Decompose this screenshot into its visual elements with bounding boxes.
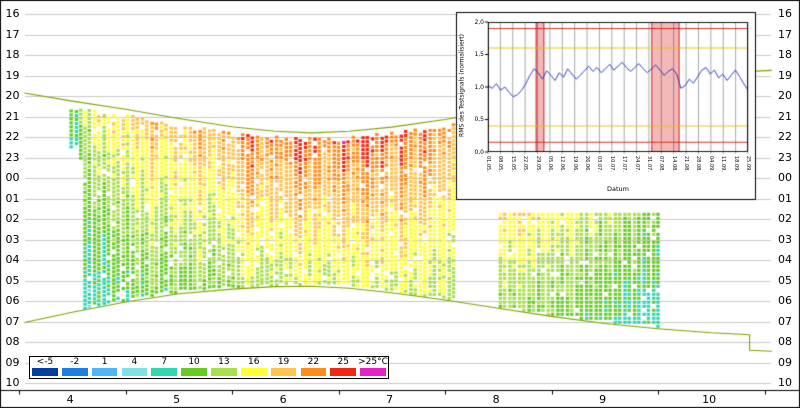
legend-color-swatch xyxy=(32,368,58,376)
legend-cell: 16 xyxy=(239,357,269,378)
legend-color-swatch xyxy=(300,368,327,376)
legend-label: 1 xyxy=(101,357,108,367)
legend-cell: 19 xyxy=(269,357,299,378)
legend-cell: >25°C xyxy=(358,357,388,378)
legend-cell: 25 xyxy=(328,357,358,378)
legend-color-swatch xyxy=(61,368,88,376)
legend-color-swatch xyxy=(360,368,386,376)
legend-label: -2 xyxy=(70,357,80,367)
legend-cell: 10 xyxy=(179,357,209,378)
legend-color-swatch xyxy=(121,368,148,376)
legend-color-swatch xyxy=(211,368,237,376)
legend-color-swatch xyxy=(240,368,267,376)
legend-label: 19 xyxy=(277,357,290,367)
legend-label: 13 xyxy=(218,357,230,367)
legend-label: >25°C xyxy=(358,357,388,367)
legend-color-swatch xyxy=(151,368,178,376)
temperature-color-legend: <-5 -2 1 4 7 10 13 16 19 22 25 >25°C xyxy=(29,356,389,379)
legend-color-swatch xyxy=(91,368,118,376)
legend-color-swatch xyxy=(330,368,357,376)
chart-canvas xyxy=(0,0,800,408)
legend-cell: <-5 xyxy=(30,357,60,378)
legend-label: 25 xyxy=(337,357,349,367)
legend-cell: 4 xyxy=(119,357,149,378)
legend-label: 16 xyxy=(247,357,260,367)
legend-label: <-5 xyxy=(36,357,54,367)
legend-cell: 13 xyxy=(209,357,239,378)
legend-label: 7 xyxy=(161,357,168,367)
legend-color-swatch xyxy=(270,368,297,376)
legend-label: 22 xyxy=(307,357,320,367)
legend-label: 10 xyxy=(188,357,200,367)
legend-color-swatch xyxy=(181,368,207,376)
night-temperature-thermogram: RMS des Testsignals (normalisiert) Datum… xyxy=(0,0,800,408)
legend-cell: 1 xyxy=(90,357,120,378)
legend-cell: 7 xyxy=(149,357,179,378)
legend-cell: 22 xyxy=(298,357,328,378)
legend-label: 4 xyxy=(131,357,138,367)
legend-cell: -2 xyxy=(60,357,90,378)
